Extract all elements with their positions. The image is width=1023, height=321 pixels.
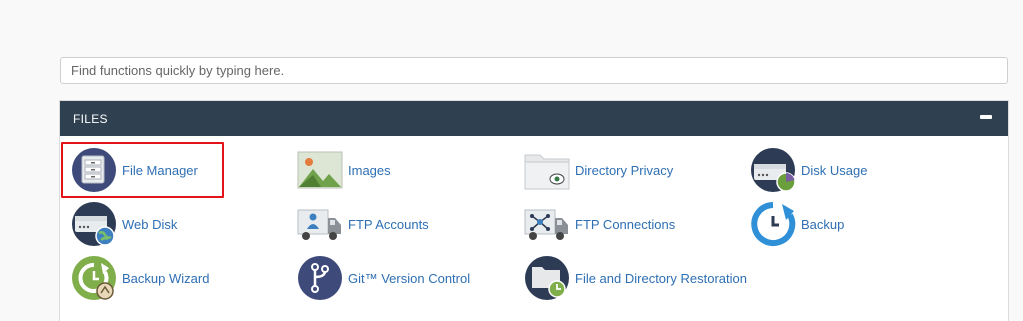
item-label: File and Directory Restoration xyxy=(575,270,747,286)
directory-privacy-icon xyxy=(524,154,570,190)
item-label: Images xyxy=(348,162,391,178)
git-version-control-icon xyxy=(298,256,342,300)
file-directory-restoration-icon xyxy=(525,256,569,300)
file-manager-icon xyxy=(72,148,116,192)
item-label: File Manager xyxy=(122,162,198,178)
item-label: FTP Accounts xyxy=(348,216,429,232)
disk-usage-icon xyxy=(751,148,796,192)
files-panel-header[interactable]: FILES xyxy=(60,101,1008,136)
item-label: Git™ Version Control xyxy=(348,270,471,286)
directory-privacy-link[interactable]: Directory Privacy xyxy=(524,147,673,193)
item-label: FTP Connections xyxy=(575,216,676,232)
item-label: Backup Wizard xyxy=(122,270,210,286)
git-version-control-link[interactable]: Git™ Version Control xyxy=(297,255,470,301)
search-input[interactable] xyxy=(60,57,1008,84)
ftp-connections-link[interactable]: FTP Connections xyxy=(524,201,675,247)
ftp-accounts-link[interactable]: FTP Accounts xyxy=(297,201,429,247)
ftp-connections-icon xyxy=(524,209,568,240)
images-link[interactable]: Images xyxy=(297,147,391,193)
file-manager-link[interactable]: File Manager xyxy=(71,147,198,193)
backup-icon xyxy=(751,202,796,246)
web-disk-link[interactable]: Web Disk xyxy=(71,201,177,247)
item-label: Directory Privacy xyxy=(575,162,674,178)
file-directory-restoration-link[interactable]: File and Directory Restoration xyxy=(524,255,747,301)
images-icon xyxy=(297,151,343,189)
backup-wizard-icon xyxy=(72,256,116,300)
item-label: Backup xyxy=(801,216,845,232)
collapse-icon[interactable] xyxy=(980,115,992,119)
disk-usage-link[interactable]: Disk Usage xyxy=(750,147,867,193)
backup-link[interactable]: Backup xyxy=(750,201,844,247)
web-disk-icon xyxy=(72,202,116,246)
backup-wizard-link[interactable]: Backup Wizard xyxy=(71,255,209,301)
ftp-accounts-icon xyxy=(297,209,341,240)
item-label: Disk Usage xyxy=(801,162,868,178)
panel-title: FILES xyxy=(73,112,108,126)
item-label: Web Disk xyxy=(122,216,178,232)
